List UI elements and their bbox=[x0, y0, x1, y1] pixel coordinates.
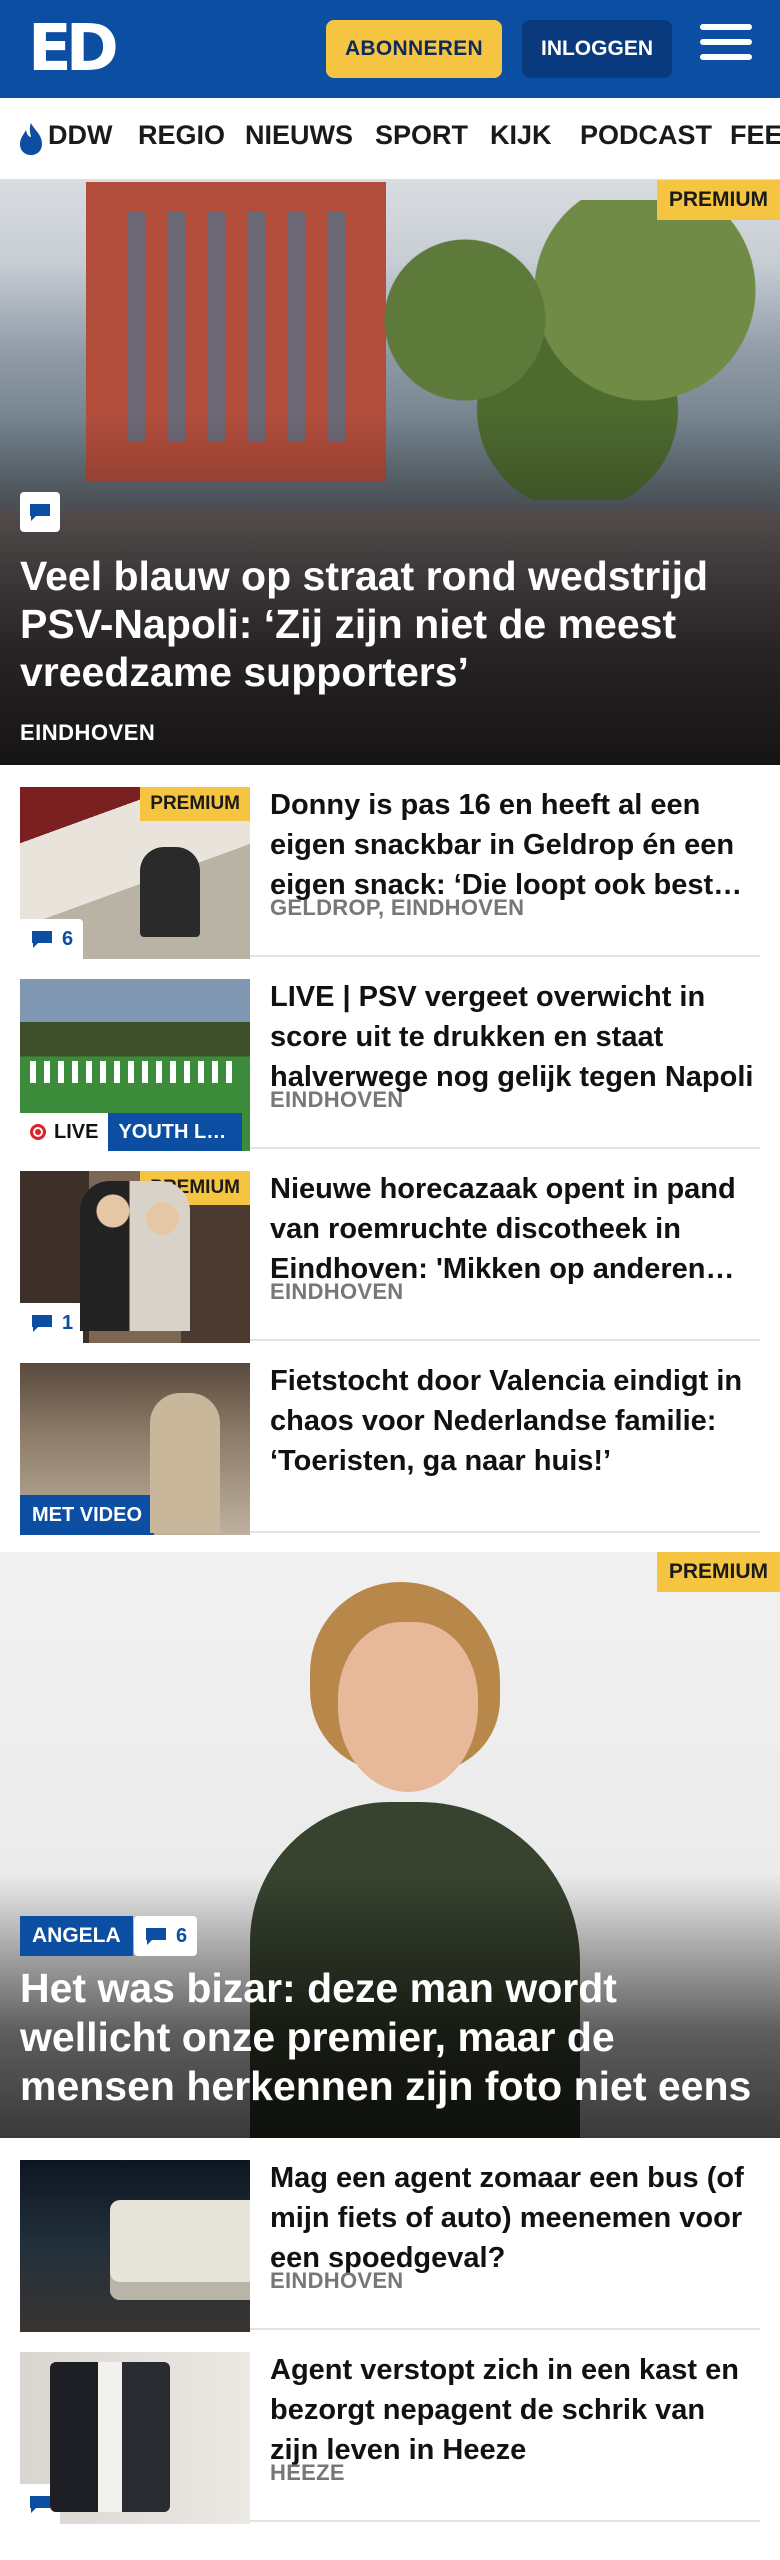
flame-icon bbox=[20, 123, 42, 155]
article-thumbnail: PREMIUM 1 bbox=[20, 1171, 250, 1343]
article-location: HEEZE bbox=[270, 2460, 345, 2485]
hero-article[interactable]: PREMIUM Veel blauw op straat rond wedstr… bbox=[0, 180, 780, 765]
comment-icon bbox=[30, 504, 50, 521]
comment-badge: 6 bbox=[134, 1916, 198, 1956]
article-title[interactable]: Donny is pas 16 en heeft al een eigen sn… bbox=[270, 785, 760, 905]
article-thumbnail: PREMIUM 6 bbox=[20, 787, 250, 959]
nav-item-kijk[interactable]: KIJK bbox=[490, 120, 552, 151]
comment-badge: 1 bbox=[20, 1303, 84, 1343]
list-item[interactable]: PREMIUM 6 Donny is pas 16 en heeft al ee… bbox=[20, 765, 760, 959]
list-item[interactable]: LIVE YOUTH LEAGUE LIVE | PSV vergeet ove… bbox=[20, 957, 760, 1151]
list-item[interactable]: Mag een agent zomaar een bus (of mijn fi… bbox=[20, 2138, 760, 2332]
nav-item-ddw[interactable]: DDW bbox=[48, 120, 112, 151]
premium-badge: PREMIUM bbox=[140, 787, 250, 821]
article-thumbnail bbox=[20, 2160, 250, 2332]
nav-item-sport[interactable]: SPORT bbox=[375, 120, 468, 151]
category-tag: YOUTH LEAGUE bbox=[108, 1113, 243, 1151]
article-thumbnail bbox=[20, 2352, 250, 2524]
article-title[interactable]: Agent verstopt zich in een kast en bezor… bbox=[270, 2350, 760, 2470]
site-header: ED ABONNEREN INLOGGEN bbox=[0, 0, 780, 98]
login-button[interactable]: INLOGGEN bbox=[522, 20, 672, 78]
article-thumbnail: LIVE YOUTH LEAGUE bbox=[20, 979, 250, 1151]
article-title[interactable]: LIVE | PSV vergeet overwicht in score ui… bbox=[270, 977, 760, 1097]
live-badge: LIVE YOUTH LEAGUE bbox=[20, 1113, 243, 1151]
logo[interactable]: ED bbox=[28, 17, 119, 81]
live-dot-icon bbox=[30, 1124, 46, 1140]
article-thumbnail: MET VIDEO bbox=[20, 1363, 250, 1535]
article-location: GELDROP, EINDHOVEN bbox=[270, 895, 525, 920]
article-location: EINDHOVEN bbox=[270, 1087, 404, 1112]
nav-item-nieuws[interactable]: NIEUWS bbox=[245, 120, 353, 151]
list-item[interactable]: Agent verstopt zich in een kast en bezor… bbox=[20, 2330, 760, 2524]
video-badge: MET VIDEO bbox=[20, 1495, 155, 1535]
category-tag[interactable]: ANGELA bbox=[20, 1916, 133, 1956]
nav-item-fee[interactable]: FEE bbox=[730, 120, 780, 151]
comment-icon bbox=[30, 2496, 50, 2513]
premium-badge: PREMIUM bbox=[656, 180, 780, 220]
comment-icon bbox=[32, 931, 52, 948]
comment-count: 1 bbox=[62, 1311, 74, 1334]
hero-location: EINDHOVEN bbox=[20, 720, 156, 745]
nav-item-podcast[interactable]: PODCAST bbox=[580, 120, 712, 151]
article-location: EINDHOVEN bbox=[270, 2268, 404, 2293]
menu-icon[interactable] bbox=[700, 24, 752, 70]
article-title[interactable]: Nieuwe horecazaak opent in pand van roem… bbox=[270, 1169, 760, 1289]
feature-title[interactable]: Het was bizar: deze man wordt wellicht o… bbox=[20, 1964, 770, 2111]
comment-count: 6 bbox=[176, 1924, 188, 1947]
premium-badge: PREMIUM bbox=[656, 1552, 780, 1592]
subscribe-button[interactable]: ABONNEREN bbox=[326, 20, 502, 78]
live-label: LIVE bbox=[54, 1120, 99, 1143]
comment-icon bbox=[146, 1928, 166, 1945]
article-title[interactable]: Fietstocht door Valencia eindigt in chao… bbox=[270, 1361, 760, 1481]
premium-badge: PREMIUM bbox=[140, 1171, 250, 1205]
section-nav: DDW REGIO NIEUWS SPORT KIJK PODCAST FEE bbox=[0, 98, 780, 180]
article-location: EINDHOVEN bbox=[270, 1279, 404, 1304]
comment-count: 6 bbox=[62, 927, 74, 950]
article-title[interactable]: Mag een agent zomaar een bus (of mijn fi… bbox=[270, 2158, 760, 2278]
comment-badge bbox=[20, 2484, 60, 2524]
hero-title[interactable]: Veel blauw op straat rond wedstrijd PSV-… bbox=[20, 552, 760, 696]
comment-badge bbox=[20, 492, 60, 532]
feature-article[interactable]: PREMIUM ANGELA 6 Het was bizar: deze man… bbox=[0, 1552, 780, 2138]
list-item[interactable]: PREMIUM 1 Nieuwe horecazaak opent in pan… bbox=[20, 1149, 760, 1343]
nav-item-regio[interactable]: REGIO bbox=[138, 120, 225, 151]
comment-icon bbox=[32, 1315, 52, 1332]
comment-badge: 6 bbox=[20, 919, 84, 959]
list-item[interactable]: MET VIDEO Fietstocht door Valencia eindi… bbox=[20, 1341, 760, 1535]
